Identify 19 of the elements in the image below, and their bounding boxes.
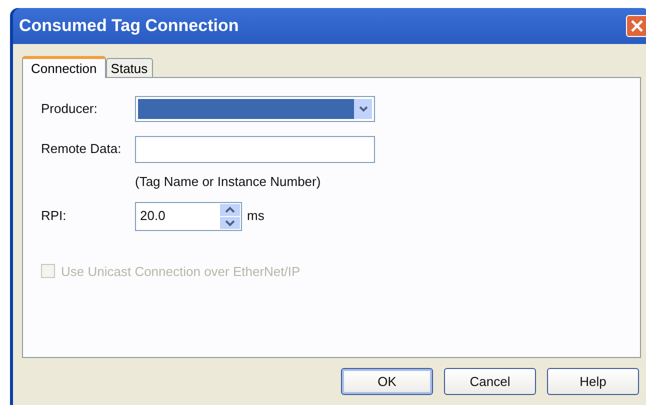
remote-data-field[interactable] <box>135 136 375 162</box>
window-title: Consumed Tag Connection <box>19 15 239 38</box>
hint-text: (Tag Name or Instance Number) <box>135 173 321 191</box>
field-label: Producer: <box>41 100 98 118</box>
close-icon <box>631 20 643 32</box>
dialog-button[interactable]: Cancel <box>444 368 536 395</box>
field-label: RPI: <box>41 207 68 226</box>
producer-dropdown[interactable] <box>135 96 375 122</box>
dialog-button[interactable]: OK <box>341 368 433 395</box>
field-label: Remote Data: <box>41 140 122 158</box>
dialog-button[interactable]: Help <box>547 368 639 395</box>
rpi-spinner[interactable]: 20.0 <box>135 202 242 230</box>
unit-label: ms <box>247 207 264 226</box>
tab[interactable]: Connection <box>22 56 106 78</box>
checkbox-label: Use Unicast Connection over EtherNet/IP <box>61 262 300 280</box>
chevron-down-icon <box>358 106 368 112</box>
tab[interactable]: Status <box>106 58 153 77</box>
close-button[interactable] <box>626 15 646 37</box>
spinner-arrows-icon <box>220 204 240 228</box>
